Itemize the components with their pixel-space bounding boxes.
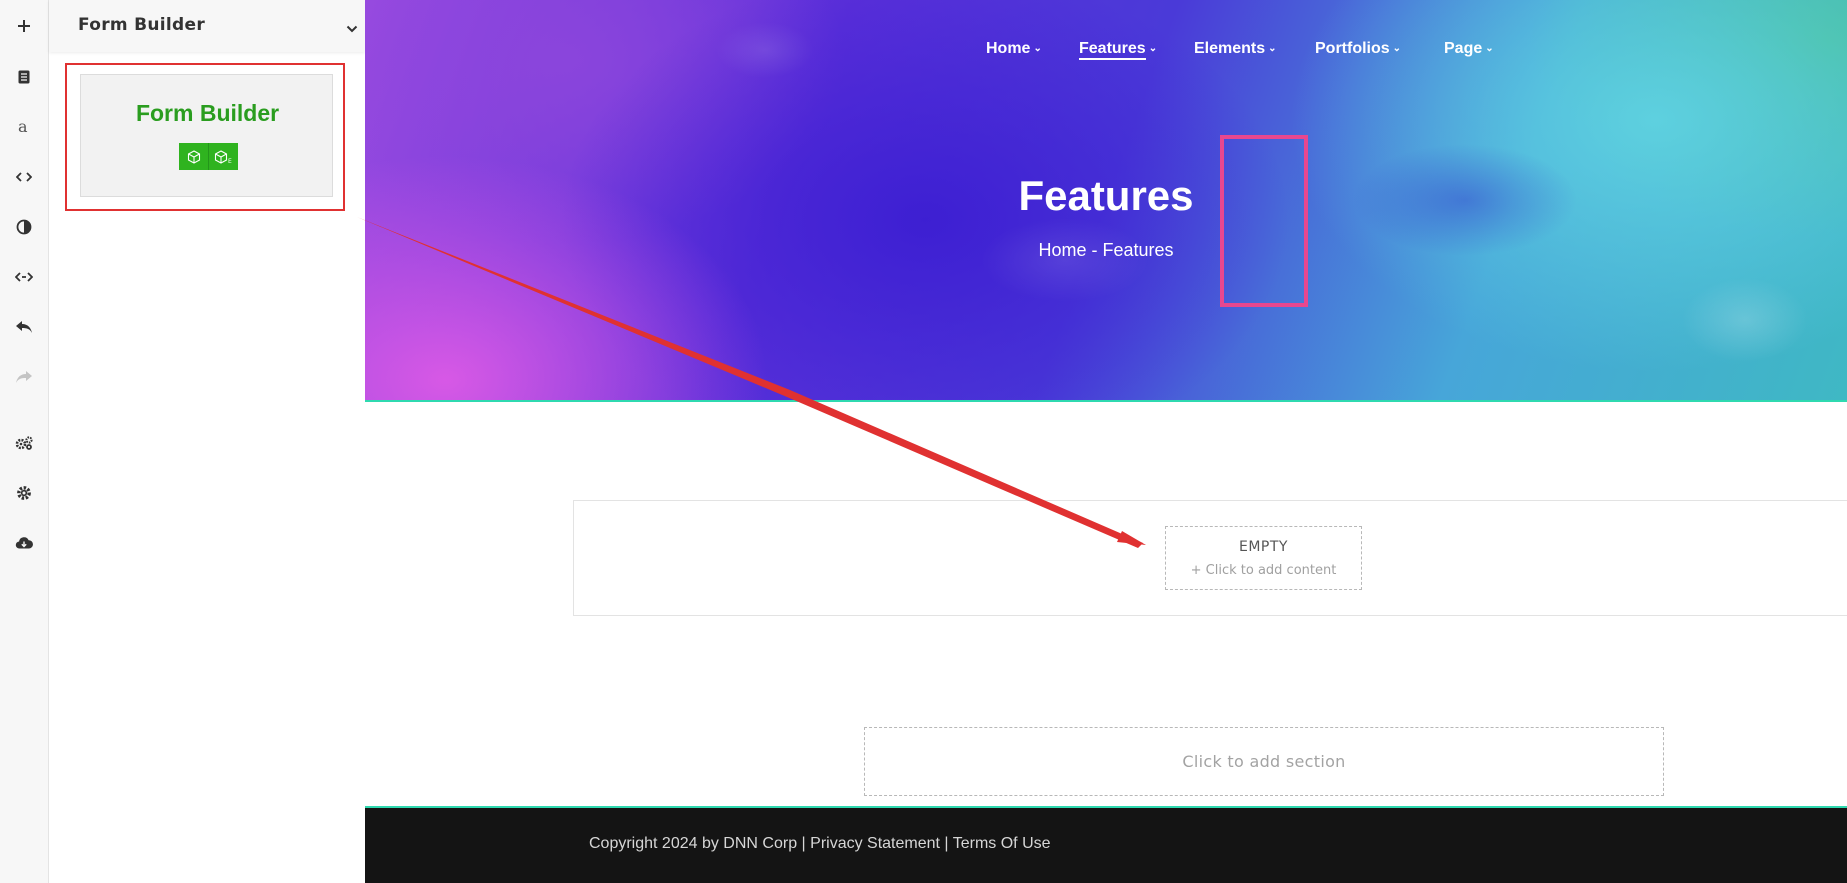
footer-text: Copyright 2024 by DNN Corp | Privacy Sta… xyxy=(589,835,1051,853)
text-style-icon[interactable]: a xyxy=(0,107,48,147)
empty-pane-dropzone[interactable]: EMPTY + Click to add content xyxy=(1165,526,1362,590)
footer-separator: | xyxy=(797,835,811,852)
chevron-down-icon: ⌄ xyxy=(1033,43,1042,54)
footer-separator: | xyxy=(939,835,953,852)
privacy-statement-link[interactable]: Privacy Statement xyxy=(810,835,940,852)
module-panel: Form Builder Form Builder E xyxy=(49,0,365,883)
page-title: Features xyxy=(1018,172,1194,219)
cloud-download-icon[interactable] xyxy=(0,523,48,563)
add-content-link[interactable]: + Click to add content xyxy=(1166,563,1361,578)
add-icon[interactable] xyxy=(0,6,48,46)
undo-icon[interactable] xyxy=(0,307,48,347)
module-card-title: Form Builder xyxy=(135,100,280,126)
nav-item-features[interactable]: Features ⌄ xyxy=(1079,40,1158,60)
pages-icon[interactable] xyxy=(0,57,48,97)
responsive-width-icon[interactable] xyxy=(0,257,48,297)
settings-icon[interactable] xyxy=(0,473,48,513)
panel-title: Form Builder xyxy=(78,15,206,35)
form-builder-module-card[interactable]: Form Builder E xyxy=(80,74,333,197)
module-card-icons: E xyxy=(179,143,238,170)
cube-edit-icon: E xyxy=(208,143,238,170)
chevron-down-icon[interactable] xyxy=(346,18,358,37)
nav-item-home[interactable]: Home ⌄ xyxy=(986,40,1042,58)
redo-icon[interactable] xyxy=(0,357,48,397)
nav-item-page[interactable]: Page ⌄ xyxy=(1444,40,1494,58)
nav-item-portfolios[interactable]: Portfolios ⌄ xyxy=(1315,40,1401,58)
chevron-down-icon: ⌄ xyxy=(1148,43,1158,54)
cube-icon xyxy=(179,143,208,170)
svg-text:a: a xyxy=(18,119,28,135)
annotation-pink-box xyxy=(1220,135,1308,307)
site-footer: Copyright 2024 by DNN Corp | Privacy Sta… xyxy=(365,808,1847,883)
theme-contrast-icon[interactable] xyxy=(0,207,48,247)
breadcrumb: Home - Features xyxy=(1038,240,1174,260)
code-icon[interactable] xyxy=(0,157,48,197)
copyright-text: Copyright 2024 by DNN Corp xyxy=(589,835,798,852)
hero-banner: Home ⌄ Features ⌄ Elements ⌄ Portfolios ⌄ Pa… xyxy=(365,0,1847,400)
panel-header[interactable]: Form Builder xyxy=(49,0,365,52)
advanced-settings-icon[interactable] xyxy=(0,423,48,463)
chevron-down-icon: ⌄ xyxy=(1268,43,1277,54)
svg-text:E: E xyxy=(228,158,232,164)
chevron-down-icon: ⌄ xyxy=(1392,43,1402,54)
nav-item-elements[interactable]: Elements ⌄ xyxy=(1194,40,1277,58)
terms-of-use-link[interactable]: Terms Of Use xyxy=(953,835,1051,852)
add-section-button[interactable]: Click to add section xyxy=(864,727,1664,796)
editor-toolbar: a xyxy=(0,0,49,883)
chevron-down-icon: ⌄ xyxy=(1485,43,1494,54)
hero-divider xyxy=(365,400,1847,402)
empty-pane-title: EMPTY xyxy=(1239,539,1288,555)
